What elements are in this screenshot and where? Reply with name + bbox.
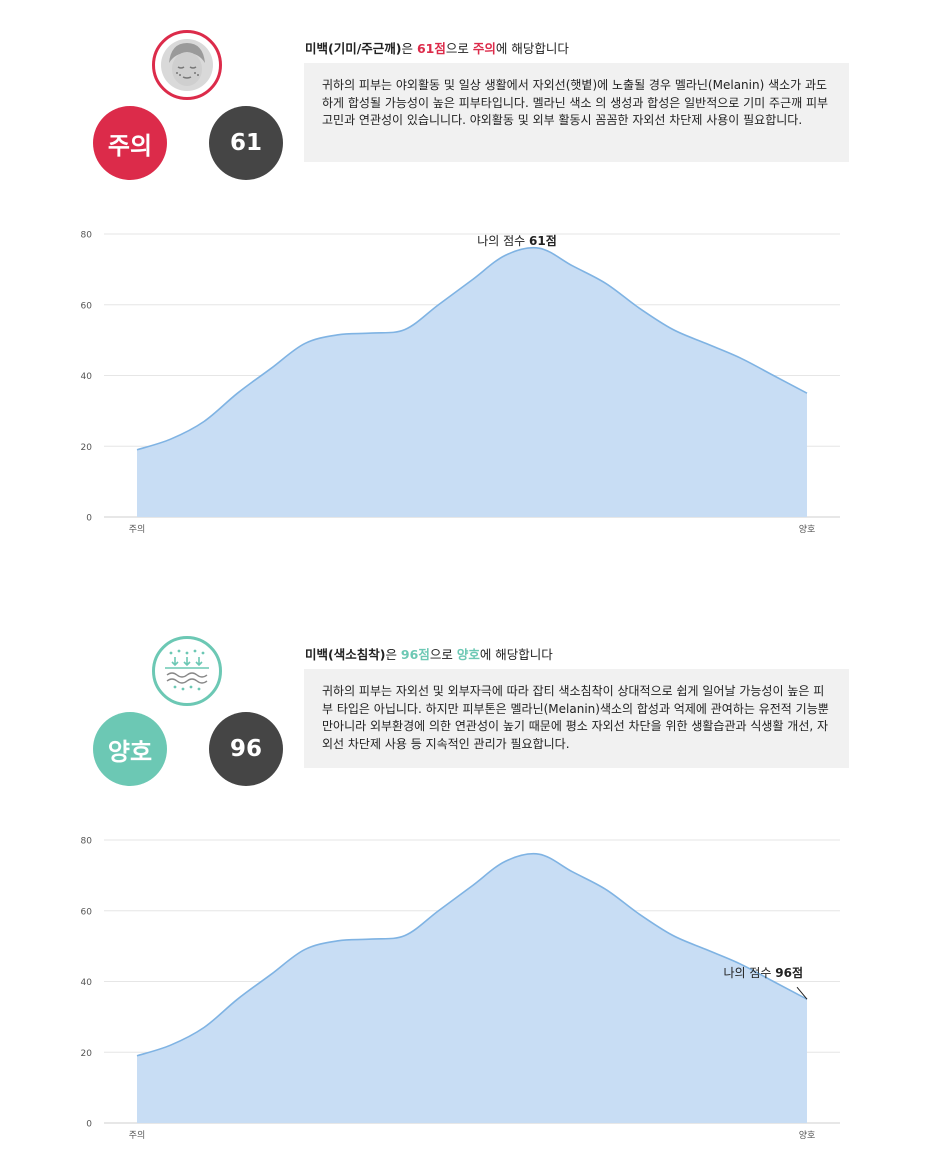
level-badge: 양호 [93,712,167,786]
area-fill [137,853,807,1123]
headline-text: 은 [401,41,417,56]
skin-layer-icon [152,636,222,706]
headline-text: 으로 [445,41,473,56]
x-tick-label: 주의 [129,524,146,535]
badge-group: 주의 61 [88,16,288,180]
y-tick-label: 0 [86,514,92,524]
area-chart: 0 20 40 60 80 주의 양호 나의 점수 61점 [81,231,840,535]
y-tick-label: 0 [86,1120,92,1130]
headline-text: 에 해당합니다 [479,647,553,662]
level-badge: 주의 [93,106,167,180]
headline-text: 으로 [429,647,457,662]
result-headline: 미백(기미/주근깨)은 61점으로 주의에 해당합니다 [305,38,569,57]
x-tick-label: 주의 [129,1130,146,1141]
badge-group: 양호 96 [88,622,288,786]
category-title: 미백(색소침착) [305,647,386,662]
x-tick-label: 양호 [799,524,816,535]
score-text: 96점 [400,647,430,662]
y-tick-label: 80 [81,837,93,847]
description-box: 귀하의 피부는 자외선 및 외부자극에 따라 잡티 색소침착이 상대적으로 쉽게… [304,669,849,768]
result-section-spots: 주의 61 미백(기미/주근깨)은 61점으로 주의에 해당합니다 귀하의 피부… [0,16,952,546]
y-tick-label: 60 [81,301,93,311]
y-tick-label: 20 [81,1049,93,1059]
x-tick-label: 양호 [799,1130,816,1141]
y-tick-label: 40 [81,372,93,382]
result-headline: 미백(색소침착)은 96점으로 양호에 해당합니다 [305,644,553,663]
level-text: 양호 [456,647,480,662]
score-badge: 96 [209,712,283,786]
face-spots-icon [152,30,222,100]
level-text: 주의 [472,41,496,56]
result-section-pigmentation: 양호 96 미백(색소침착)은 96점으로 양호에 해당합니다 귀하의 피부는 … [0,622,952,1152]
distribution-chart: 0 20 40 60 80 주의 양호 나의 점수 96점 [0,827,952,1157]
headline-text: 은 [385,647,401,662]
score-annotation: 나의 점수 96점 [723,965,803,980]
category-title: 미백(기미/주근깨) [305,41,402,56]
score-text: 61점 [416,41,446,56]
headline-text: 에 해당합니다 [495,41,569,56]
y-tick-label: 80 [81,231,93,241]
area-fill [137,247,807,518]
description-box: 귀하의 피부는 야외활동 및 일상 생활에서 자외선(햇볕)에 노출될 경우 멜… [304,63,849,162]
score-badge: 61 [209,106,283,180]
distribution-chart: 0 20 40 60 80 주의 양호 나의 점수 61점 [0,221,952,551]
score-annotation: 나의 점수 61점 [477,233,557,248]
y-tick-label: 60 [81,907,93,917]
y-tick-label: 40 [81,978,93,988]
y-tick-label: 20 [81,443,93,453]
area-chart: 0 20 40 60 80 주의 양호 나의 점수 96점 [81,837,840,1141]
